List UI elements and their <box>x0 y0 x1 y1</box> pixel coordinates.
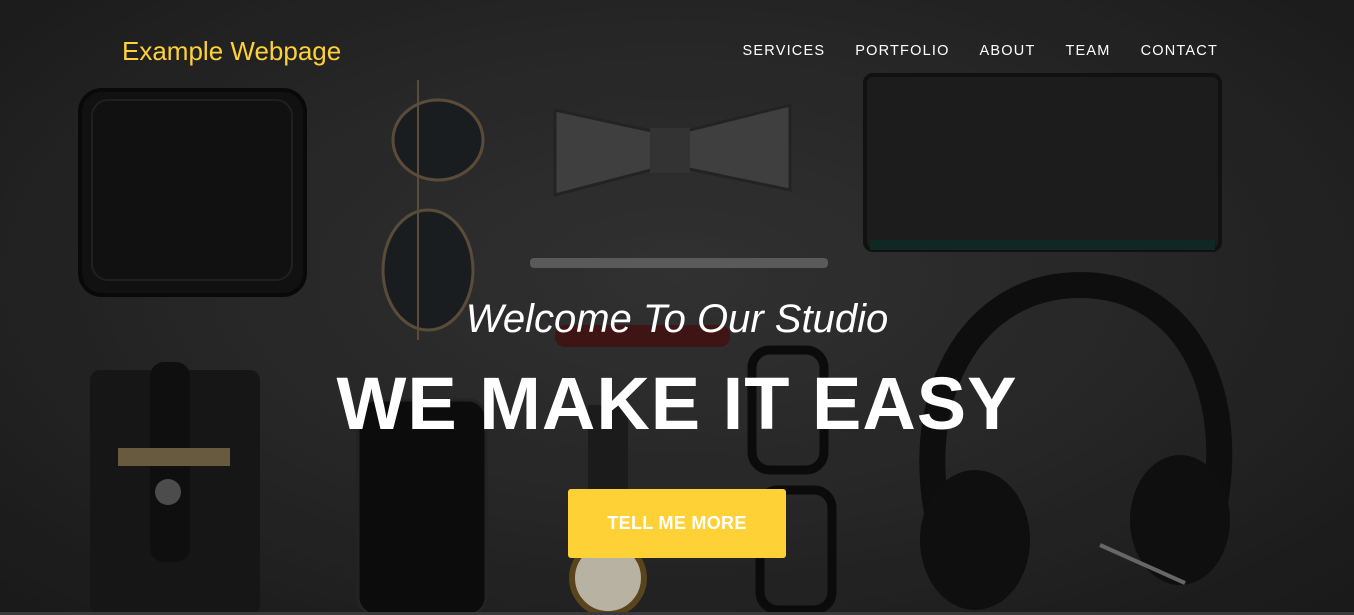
nav-link-portfolio[interactable]: PORTFOLIO <box>855 43 949 59</box>
nav-link-about[interactable]: ABOUT <box>980 43 1036 59</box>
nav-link-contact[interactable]: CONTACT <box>1141 43 1218 59</box>
nav-item-contact: CONTACT <box>1141 40 1218 62</box>
intro-lead-in: Welcome To Our Studio <box>465 297 889 341</box>
nav-link-team[interactable]: TEAM <box>1066 43 1111 59</box>
intro-heading: WE MAKE IT EASY <box>336 362 1018 445</box>
nav-item-services: SERVICES <box>743 40 826 62</box>
nav-item-about: ABOUT <box>980 40 1036 62</box>
nav-item-portfolio: PORTFOLIO <box>855 40 949 62</box>
tell-me-more-button[interactable]: TELL ME MORE <box>568 489 786 558</box>
top-navbar: Example Webpage SERVICES PORTFOLIO ABOUT… <box>0 0 1354 100</box>
brand-logo-link[interactable]: Example Webpage <box>122 35 341 67</box>
nav-item-team: TEAM <box>1066 40 1111 62</box>
nav-link-services[interactable]: SERVICES <box>743 43 826 59</box>
hero-section: Example Webpage SERVICES PORTFOLIO ABOUT… <box>0 0 1354 615</box>
nav-menu: SERVICES PORTFOLIO ABOUT TEAM CONTACT <box>743 40 1218 62</box>
